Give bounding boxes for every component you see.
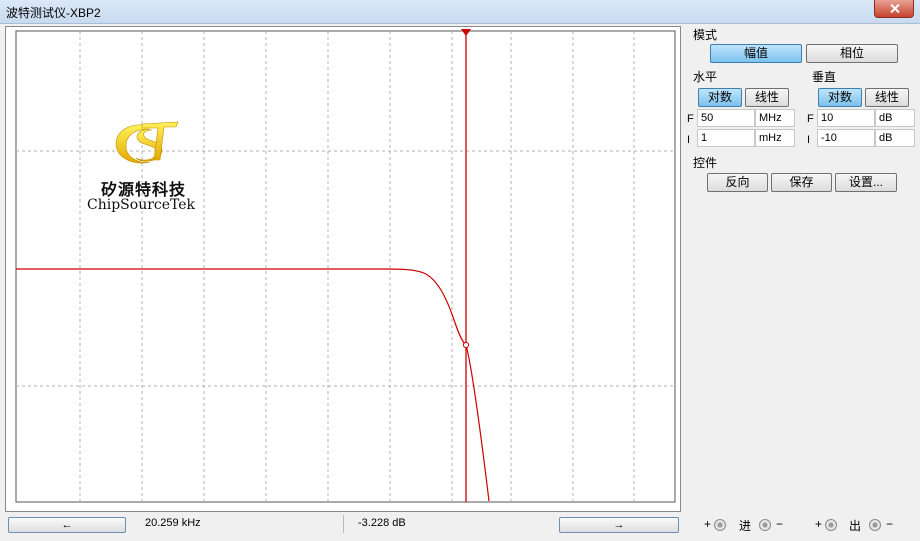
vertical-label: 垂直	[812, 70, 837, 84]
settings-button[interactable]: 设置...	[835, 173, 897, 192]
plot-border	[15, 30, 676, 503]
controls-label: 控件	[693, 156, 718, 170]
readout-separator	[343, 515, 344, 533]
out-plus-terminal[interactable]	[825, 519, 837, 531]
horizontal-log-button[interactable]: 对数	[698, 88, 742, 107]
cursor-point	[462, 341, 470, 349]
window-title: 波特测试仪-XBP2	[6, 6, 101, 20]
horizontal-initial-input[interactable]: 1	[697, 129, 755, 147]
in-minus-label: −	[776, 517, 784, 531]
cursor-right-button[interactable]: →	[559, 517, 679, 533]
vertical-final-input[interactable]: 10	[817, 109, 875, 127]
out-plus-label: +	[815, 517, 823, 531]
vertical-log-button[interactable]: 对数	[818, 88, 862, 107]
frequency-readout: 20.259 kHz	[145, 517, 201, 529]
vertical-final-unit[interactable]: dB	[875, 109, 915, 127]
horizontal-final-unit[interactable]: MHz	[755, 109, 795, 127]
phase-button[interactable]: 相位	[806, 44, 898, 63]
in-plus-label: +	[704, 517, 712, 531]
vertical-initial-label: I	[807, 134, 811, 146]
logo-text-en: ChipSourceTek	[87, 197, 196, 213]
horizontal-initial-label: I	[687, 134, 691, 146]
mode-label: 模式	[693, 28, 718, 42]
out-label: 出	[849, 519, 862, 533]
out-minus-terminal[interactable]	[869, 519, 881, 531]
horizontal-initial-unit[interactable]: mHz	[755, 129, 795, 147]
bode-plot-svg	[15, 29, 676, 503]
vertical-initial-input[interactable]: -10	[817, 129, 875, 147]
out-minus-label: −	[886, 517, 894, 531]
vertical-initial-unit[interactable]: dB	[875, 129, 915, 147]
bode-plot-area[interactable]: 矽源特科技 ChipSourceTek	[5, 26, 681, 512]
magnitude-button[interactable]: 幅值	[710, 44, 802, 63]
save-button[interactable]: 保存	[771, 173, 832, 192]
horizontal-final-label: F	[687, 113, 694, 125]
right-arrow-icon: →	[613, 519, 625, 531]
control-panel: 模式 幅值 相位 水平 垂直 对数 线性 对数 线性 F 50 MHz I 1 …	[684, 26, 920, 512]
magnitude-readout: -3.228 dB	[358, 517, 406, 529]
readout-bar: ← 20.259 kHz -3.228 dB → + 进 − + 出 −	[0, 514, 920, 541]
horizontal-final-input[interactable]: 50	[697, 109, 755, 127]
logo-mark-icon	[115, 121, 179, 164]
horizontal-label: 水平	[693, 70, 718, 84]
close-button[interactable]	[874, 0, 914, 18]
reverse-button[interactable]: 反向	[707, 173, 768, 192]
vertical-final-label: F	[807, 113, 814, 125]
in-minus-terminal[interactable]	[759, 519, 771, 531]
in-plus-terminal[interactable]	[714, 519, 726, 531]
vertical-linear-button[interactable]: 线性	[865, 88, 909, 107]
in-label: 进	[739, 519, 752, 533]
left-arrow-icon: ←	[61, 519, 73, 531]
title-bar: 波特测试仪-XBP2	[0, 0, 920, 24]
cursor-left-button[interactable]: ←	[8, 517, 126, 533]
horizontal-linear-button[interactable]: 线性	[745, 88, 789, 107]
